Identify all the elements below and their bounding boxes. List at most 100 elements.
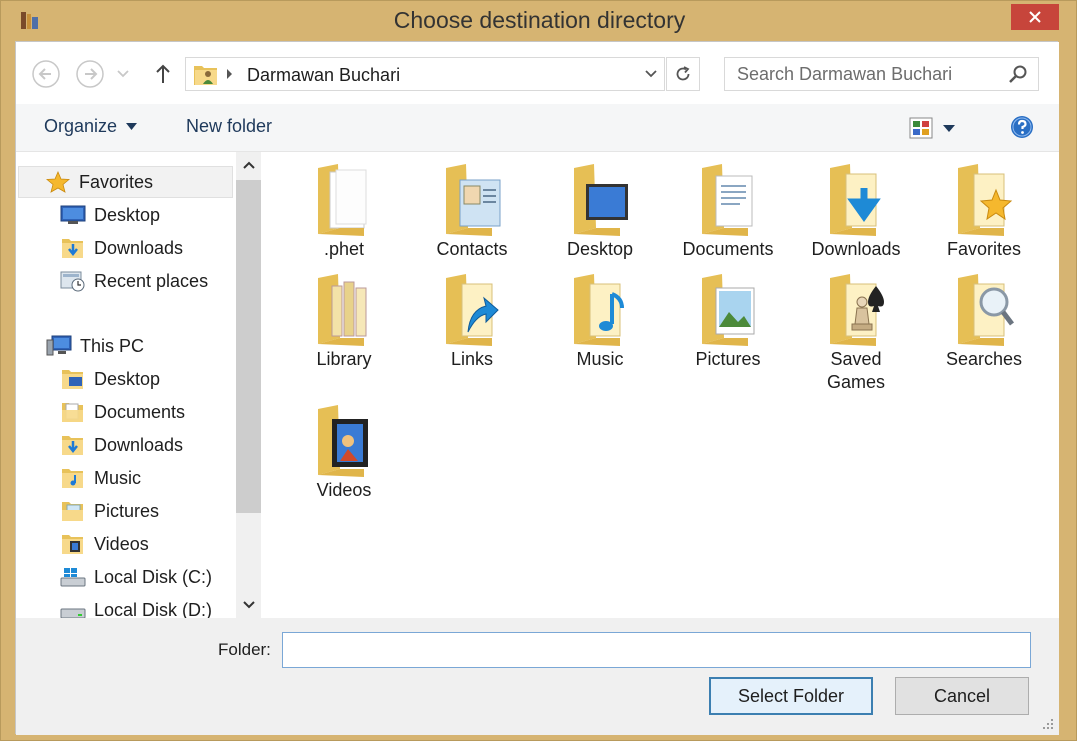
documents-folder-icon — [702, 164, 753, 236]
pictures-folder-icon — [60, 499, 86, 523]
help-button[interactable] — [1010, 115, 1034, 144]
chevron-down-icon — [117, 70, 129, 78]
folder-item[interactable]: Documents — [666, 162, 790, 261]
address-path[interactable]: Darmawan Buchari — [247, 65, 400, 86]
sidebar-item-label: Documents — [94, 401, 186, 422]
file-list[interactable]: .phet Contacts Desktop Documents Downloa… — [261, 152, 1059, 618]
sidebar-item-label: Local Disk (C:) — [94, 566, 213, 587]
blank-folder-icon — [318, 164, 367, 236]
sidebar-item-downloads[interactable]: Downloads — [60, 232, 183, 264]
videos-folder-icon — [318, 405, 368, 477]
sidebar-item-recent-places[interactable]: Recent places — [60, 265, 208, 297]
refresh-icon — [676, 66, 690, 81]
back-button[interactable] — [30, 58, 62, 90]
recent-places-icon — [60, 269, 86, 293]
links-folder-icon — [446, 274, 499, 346]
organize-button[interactable]: Organize — [44, 116, 138, 137]
close-button[interactable] — [1011, 4, 1059, 30]
folder-item[interactable]: Links — [410, 272, 534, 371]
sidebar-item-label: Local Disk (D:) — [94, 599, 213, 619]
scrollbar-thumb[interactable] — [236, 180, 261, 513]
folder-name: Pictures — [695, 349, 761, 369]
close-icon — [1029, 11, 1041, 23]
folder-input[interactable] — [282, 632, 1031, 668]
sidebar-item-label: Downloads — [94, 237, 184, 258]
breadcrumb-arrow-icon — [227, 69, 232, 79]
sidebar-item-documents[interactable]: Documents — [60, 396, 185, 428]
search-icon — [1009, 65, 1027, 83]
sidebar-item-music[interactable]: Music — [60, 462, 141, 494]
folder-item[interactable]: Downloads — [794, 162, 918, 261]
searches-folder-icon — [958, 274, 1014, 346]
new-folder-button[interactable]: New folder — [186, 116, 272, 137]
sidebar-item-label: Favorites — [79, 171, 154, 192]
resize-grip-icon[interactable] — [1042, 718, 1054, 730]
music-folder-icon — [60, 466, 86, 490]
chevron-down-icon — [242, 601, 255, 609]
chevron-down-icon — [645, 70, 657, 78]
navigation-pane[interactable]: Favorites Desktop Downloads Recent place… — [16, 152, 261, 618]
folder-item[interactable]: Library — [282, 272, 406, 371]
drive-icon — [60, 598, 86, 618]
sidebar-item-pc-desktop[interactable]: Desktop — [60, 363, 160, 395]
address-bar[interactable]: Darmawan Buchari — [185, 57, 665, 91]
window-title: Choose destination directory — [393, 7, 686, 33]
sidebar-item-local-disk-c[interactable]: Local Disk (C:) — [60, 561, 212, 593]
dialog-window: Choose destination directory Darmawan Bu… — [0, 0, 1077, 741]
pc-icon — [46, 334, 72, 358]
folder-name: Music — [576, 349, 624, 369]
folder-name: Saved — [830, 349, 882, 369]
documents-folder-icon — [60, 400, 86, 424]
folder-item[interactable]: Pictures — [666, 272, 790, 371]
pictures-folder-icon — [702, 274, 755, 346]
folder-name: Contacts — [436, 239, 508, 259]
folder-item[interactable]: Desktop — [538, 162, 662, 261]
desktop-icon — [60, 203, 86, 227]
select-folder-button[interactable]: Select Folder — [709, 677, 873, 715]
address-dropdown-button[interactable] — [638, 58, 664, 90]
folder-item[interactable]: Music — [538, 272, 662, 371]
downloads-folder-icon — [60, 236, 86, 260]
sidebar-item-label: Downloads — [94, 434, 184, 455]
scroll-down-button[interactable] — [236, 592, 261, 618]
folder-name: Documents — [682, 239, 774, 259]
sidebar-item-label: Desktop — [94, 368, 161, 389]
search-box[interactable] — [724, 57, 1039, 91]
refresh-button[interactable] — [666, 57, 700, 91]
sidebar-item-pc-downloads[interactable]: Downloads — [60, 429, 183, 461]
sidebar-item-videos[interactable]: Videos — [60, 528, 149, 560]
sidebar-item-label: Videos — [94, 533, 149, 554]
dialog-client: Darmawan Buchari Orga — [15, 41, 1059, 735]
folder-item[interactable]: Contacts — [410, 162, 534, 261]
dropdown-arrow-icon — [126, 123, 138, 130]
folder-name: Searches — [945, 349, 1023, 369]
scroll-up-button[interactable] — [236, 152, 261, 178]
folder-item[interactable]: Saved Games — [794, 272, 918, 394]
folder-item[interactable]: Searches — [922, 272, 1046, 371]
downloads-folder-icon — [830, 164, 881, 236]
star-icon — [45, 170, 71, 194]
search-input[interactable] — [737, 64, 997, 85]
sidebar-item-favorites[interactable]: Favorites — [18, 166, 233, 198]
sidebar-item-pictures[interactable]: Pictures — [60, 495, 159, 527]
change-view-button[interactable] — [909, 114, 971, 142]
view-options-icon — [909, 117, 933, 139]
title-bar[interactable]: Choose destination directory — [1, 1, 1077, 41]
up-button[interactable] — [147, 58, 179, 90]
sidebar-item-label: Pictures — [94, 500, 160, 521]
sidebar-item-this-pc[interactable]: This PC — [46, 330, 144, 362]
sidebar-item-local-disk-d[interactable]: Local Disk (D:) — [60, 594, 212, 618]
forward-button[interactable] — [74, 58, 106, 90]
saved-games-folder-icon — [830, 274, 884, 346]
sidebar-item-label: This PC — [80, 335, 145, 356]
folder-item[interactable]: Videos — [282, 403, 406, 502]
dropdown-arrow-icon — [943, 124, 955, 132]
sidebar-item-desktop[interactable]: Desktop — [60, 199, 160, 231]
recent-locations-button[interactable] — [113, 58, 133, 90]
videos-folder-icon — [60, 532, 86, 556]
folder-item[interactable]: .phet — [282, 162, 406, 261]
folder-item[interactable]: Favorites — [922, 162, 1046, 261]
help-icon — [1011, 116, 1033, 138]
back-arrow-icon — [32, 60, 60, 88]
cancel-button[interactable]: Cancel — [895, 677, 1029, 715]
